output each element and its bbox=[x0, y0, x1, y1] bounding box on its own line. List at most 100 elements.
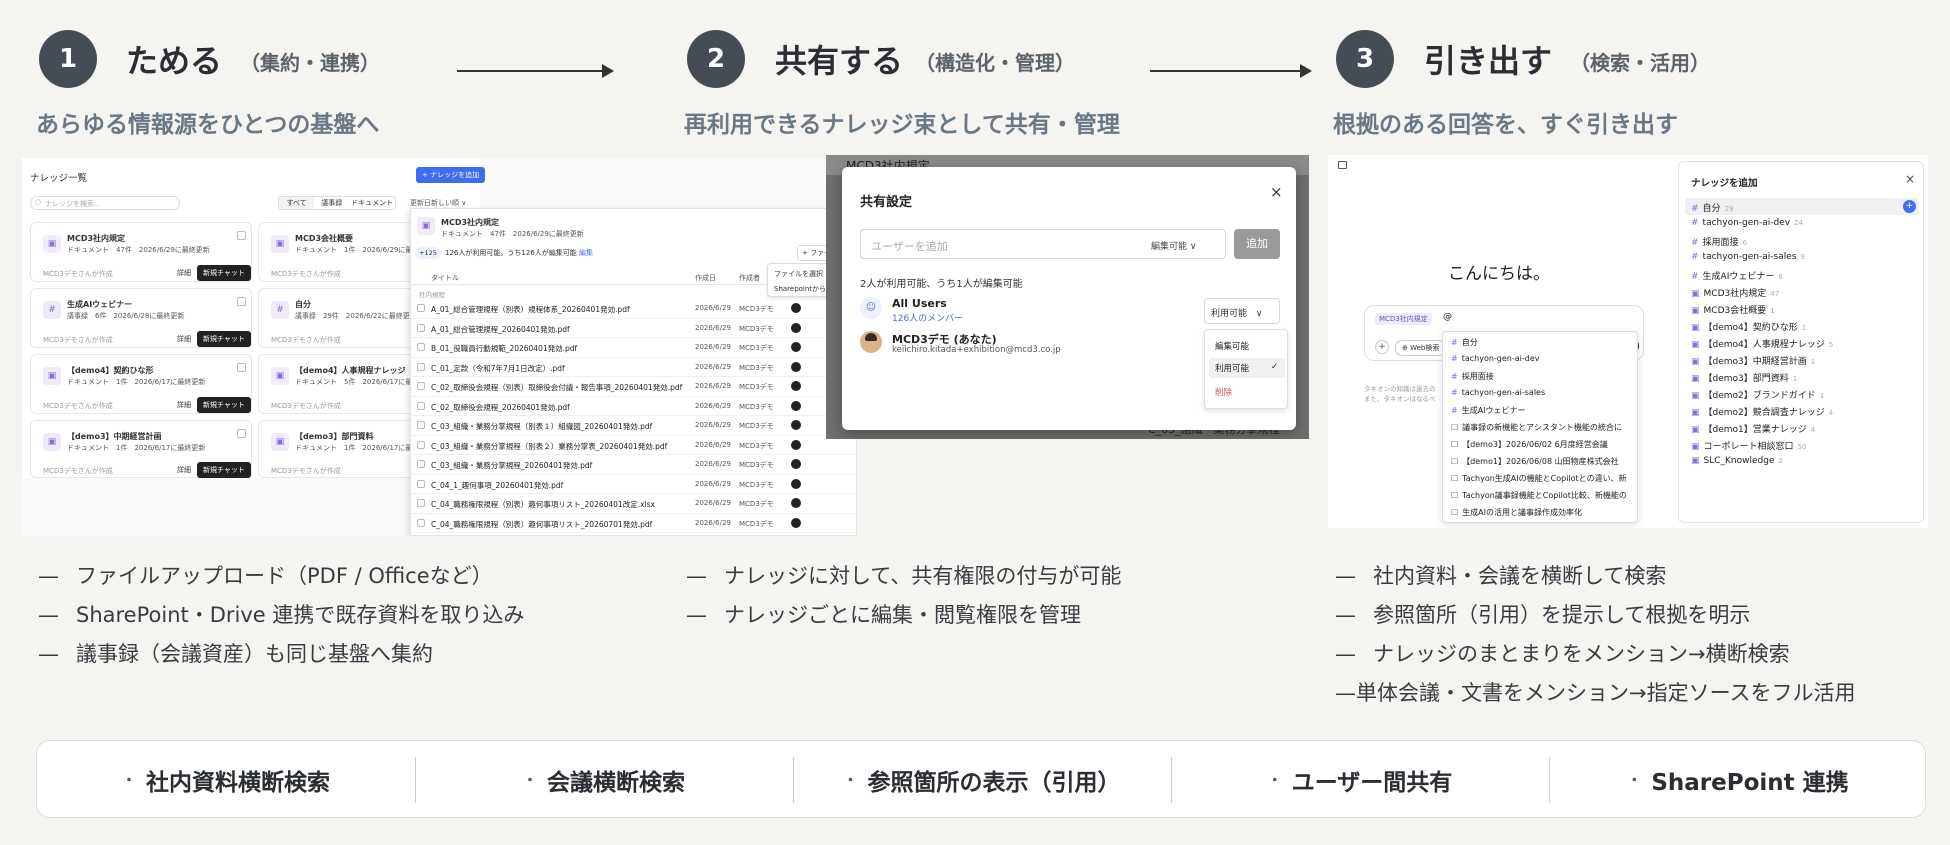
new-chat-button[interactable]: 新規チャット bbox=[197, 397, 251, 413]
new-chat-button[interactable]: 新規チャット bbox=[197, 331, 251, 347]
knowledge-option[interactable]: ▣ 【demo1】営業ナレッジ 4 bbox=[1691, 422, 1815, 435]
option-editable[interactable]: 編集可能 bbox=[1215, 340, 1249, 352]
table-row[interactable]: B_01_役職員行動規範_20260401発効.pdf 2026/6/29 MCD3… bbox=[411, 338, 857, 358]
mention-item[interactable]: ☐ Tachyon生成AIの機能とCopilotとの違い、新 bbox=[1451, 473, 1627, 484]
folder-label: 社内規程 bbox=[419, 291, 445, 299]
knowledge-option[interactable]: # tachyon-gen-ai-dev 24 bbox=[1691, 218, 1803, 228]
user-permission-select[interactable]: 利用可能 ∨ bbox=[1204, 298, 1280, 324]
option-delete[interactable]: 削除 bbox=[1215, 386, 1232, 398]
table-row[interactable]: A_01_総合管理規程_20260401発効.pdf 2026/6/29 MCD3デ… bbox=[411, 319, 857, 338]
knowledge-option[interactable]: ▣ MCD3会社概要 1 bbox=[1691, 303, 1775, 316]
step-2-bullet: — ナレッジに対して、共有権限の付与が可能 bbox=[686, 564, 1122, 588]
action-icon bbox=[791, 478, 801, 489]
check-icon: ✓ bbox=[1271, 362, 1279, 372]
card-checkbox[interactable] bbox=[237, 363, 246, 372]
table-row[interactable]: C_04_1_趣何事項_20260401発効.pdf 2026/6/29 MCD3デ… bbox=[411, 475, 857, 494]
detail-button[interactable]: 詳細 bbox=[177, 334, 191, 344]
table-row[interactable]: A_01_総合管理規程（別表）規程体系_20260401発効.pdf 2026/6… bbox=[411, 299, 857, 319]
search-icon: ○ bbox=[35, 198, 42, 206]
tag-icon: # bbox=[43, 301, 61, 319]
close-icon[interactable]: × bbox=[1905, 172, 1915, 186]
table-row[interactable]: C_03_組織・業務分掌規程（別表２）業務分掌表_20260401発効.pdf 2… bbox=[411, 436, 857, 455]
sidebar-toggle-icon[interactable] bbox=[1338, 161, 1347, 169]
mention-item[interactable]: ☐ 【demo3】2026/06/02 6月度経営会議 bbox=[1451, 439, 1608, 450]
knowledge-option[interactable]: ▣ 【demo2】ブランドガイド 1 bbox=[1691, 388, 1824, 401]
action-icon bbox=[791, 381, 801, 391]
mention-item[interactable]: ☐ 生成AIの活用と議事録作成効率化 bbox=[1451, 507, 1582, 518]
action-icon bbox=[791, 361, 801, 372]
knowledge-card[interactable]: ▣ 【demo4】契約ひな形 ドキュメント 1件 2026/6/17に最終更新 … bbox=[30, 354, 252, 414]
card-checkbox[interactable] bbox=[237, 297, 246, 306]
table-row[interactable]: C_02_取締役会規程_20260401発効.pdf 2026/6/29 MCD3デ… bbox=[411, 397, 857, 416]
table-row[interactable]: C_02_取締役会規程（別表）取締役会付議・報告事項_20260401発効.pd… bbox=[411, 377, 857, 397]
menu-sharepoint[interactable]: Sharepointから bbox=[774, 284, 826, 294]
add-button[interactable]: 追加 bbox=[1234, 229, 1280, 259]
new-chat-button[interactable]: 新規チャット bbox=[197, 265, 251, 281]
knowledge-option[interactable]: ▣ 【demo3】部門資料 1 bbox=[1691, 371, 1797, 384]
mention-item[interactable]: # 生成AIウェビナー bbox=[1451, 405, 1526, 416]
knowledge-card[interactable]: ▣ 【demo3】中期経営計画 ドキュメント 1件 2026/6/17に最終更新… bbox=[30, 420, 252, 478]
share-dialog: 共有設定 × ユーザーを追加 編集可能 ∨ 追加 2人が利用可能、うち1人が編集… bbox=[842, 167, 1296, 430]
table-row[interactable]: C_04_職務権限規程（別表）趣何事項リスト_20260401改定.xlsx 20… bbox=[411, 494, 857, 514]
card-checkbox[interactable] bbox=[237, 231, 246, 240]
attach-plus-icon[interactable]: + bbox=[1375, 340, 1389, 354]
mention-item[interactable]: ☐ Tachyon議事録機能とCopilot比較、新機能の bbox=[1451, 490, 1627, 501]
table-row[interactable]: C_03_組織・業務分掌規程_20260401発効.pdf 2026/6/29 MC… bbox=[411, 455, 857, 475]
mention-item[interactable]: # 採用面接 bbox=[1451, 371, 1494, 382]
mention-item[interactable]: ☐ 【demo1】2026/06/08 山田物産株式会社 bbox=[1451, 456, 1619, 467]
knowledge-card[interactable]: # 生成AIウェビナー 議事録 6件 2026/6/28に最終更新 MCD3デモ… bbox=[30, 288, 252, 348]
step-2-bullet: — ナレッジごとに編集・閲覧権限を管理 bbox=[686, 603, 1081, 627]
action-icon bbox=[791, 439, 801, 450]
mention-item[interactable]: # tachyon-gen-ai-dev bbox=[1451, 354, 1540, 363]
sort-select[interactable]: 更新日新しい順 ∨ bbox=[410, 198, 466, 208]
knowledge-option[interactable]: ▣ 【demo4】人事規程ナレッジ 5 bbox=[1691, 337, 1833, 350]
knowledge-option[interactable]: # tachyon-gen-ai-sales 9 bbox=[1691, 252, 1805, 262]
knowledge-option[interactable]: # 自分 29 bbox=[1691, 201, 1733, 214]
detail-button[interactable]: 詳細 bbox=[177, 465, 191, 475]
chevron-down-icon: ∨ bbox=[1255, 309, 1263, 319]
step-3-bullet: — ナレッジのまとまりをメンション→横断検索 bbox=[1335, 642, 1790, 666]
close-icon[interactable]: × bbox=[1270, 183, 1283, 201]
knowledge-search-input[interactable]: ○ ナレッジを検索... bbox=[30, 196, 180, 210]
mention-item[interactable]: ☐ 議事録の新機能とアシスタント機能の統合に bbox=[1451, 422, 1622, 433]
knowledge-chip[interactable]: MCD3社内規定 bbox=[1375, 313, 1432, 325]
knowledge-option[interactable]: # 採用面接 6 bbox=[1691, 235, 1747, 248]
knowledge-option[interactable]: ▣ SLC_Knowledge 2 bbox=[1691, 456, 1783, 466]
step-3-title: 引き出す bbox=[1424, 42, 1553, 80]
menu-select-file[interactable]: ファイルを選択 bbox=[774, 269, 823, 279]
mention-item[interactable]: # tachyon-gen-ai-sales bbox=[1451, 388, 1545, 397]
table-row[interactable]: C_04_職務権限規程（別表）趣何事項リスト_20260701発効.pdf 202… bbox=[411, 514, 857, 533]
knowledge-option[interactable]: ▣ 【demo3】中期経営計画 1 bbox=[1691, 354, 1815, 367]
card-checkbox[interactable] bbox=[237, 429, 246, 438]
card-meta: ドキュメント 1件 2026/6/17に最終更新 bbox=[67, 444, 206, 452]
knowledge-option[interactable]: ▣ 【demo4】契約ひな形 1 bbox=[1691, 320, 1806, 333]
knowledge-option[interactable]: ▣ 【demo2】競合調査ナレッジ 4 bbox=[1691, 405, 1833, 418]
option-available[interactable]: 利用可能 bbox=[1215, 362, 1249, 374]
add-item-plus-icon[interactable]: + bbox=[1903, 200, 1916, 213]
file-table-header: タイトル 作成日 作成者 bbox=[411, 269, 767, 285]
step-2-badge: 2 bbox=[687, 30, 745, 88]
knowledge-card[interactable]: ▣ MCD3社内規定 ドキュメント 47件 2026/6/29に最終更新 MCD… bbox=[30, 222, 252, 282]
knowledge-option[interactable]: # 生成AIウェビナー 6 bbox=[1691, 269, 1783, 282]
web-search-toggle[interactable]: ⊕ Web検索 bbox=[1395, 340, 1447, 356]
card-title: 【demo4】人事規程ナレッジ bbox=[295, 366, 406, 375]
new-chat-button[interactable]: 新規チャット bbox=[197, 462, 251, 478]
knowledge-option[interactable]: ▣ MCD3社内規定 47 bbox=[1691, 286, 1779, 299]
detail-button[interactable]: 詳細 bbox=[177, 400, 191, 410]
table-row[interactable]: C_03_組織・業務分掌規程（別表１）組織図_20260401発効.pdf 202… bbox=[411, 416, 857, 436]
knowledge-option[interactable]: ▣ コーポレート相談窓口 50 bbox=[1691, 439, 1806, 452]
members-avatar-stack[interactable]: +125 bbox=[415, 247, 441, 259]
add-user-input[interactable]: ユーザーを追加 編集可能 ∨ bbox=[860, 229, 1226, 259]
card-meta: 議事録 29件 2026/6/22に最終更新 bbox=[295, 312, 417, 320]
add-knowledge-button[interactable]: + ナレッジを追加 bbox=[416, 167, 486, 183]
tab-all[interactable]: すべて bbox=[279, 197, 315, 209]
tab-minutes[interactable]: 議事録 bbox=[314, 197, 349, 209]
detail-button[interactable]: 詳細 bbox=[177, 268, 191, 278]
table-row[interactable]: C_01_定款（令和7年7月1日改定）.pdf 2026/6/29 MCD3デモ bbox=[411, 358, 857, 377]
permission-select[interactable]: 編集可能 ∨ bbox=[1151, 239, 1196, 252]
tab-documents[interactable]: ドキュメント bbox=[349, 197, 395, 209]
card-title: MCD3会社概要 bbox=[295, 234, 354, 243]
mention-item[interactable]: # 自分 bbox=[1451, 337, 1478, 348]
card-title: 自分 bbox=[295, 300, 311, 309]
panel-edit-link[interactable]: 編集 bbox=[579, 248, 593, 258]
